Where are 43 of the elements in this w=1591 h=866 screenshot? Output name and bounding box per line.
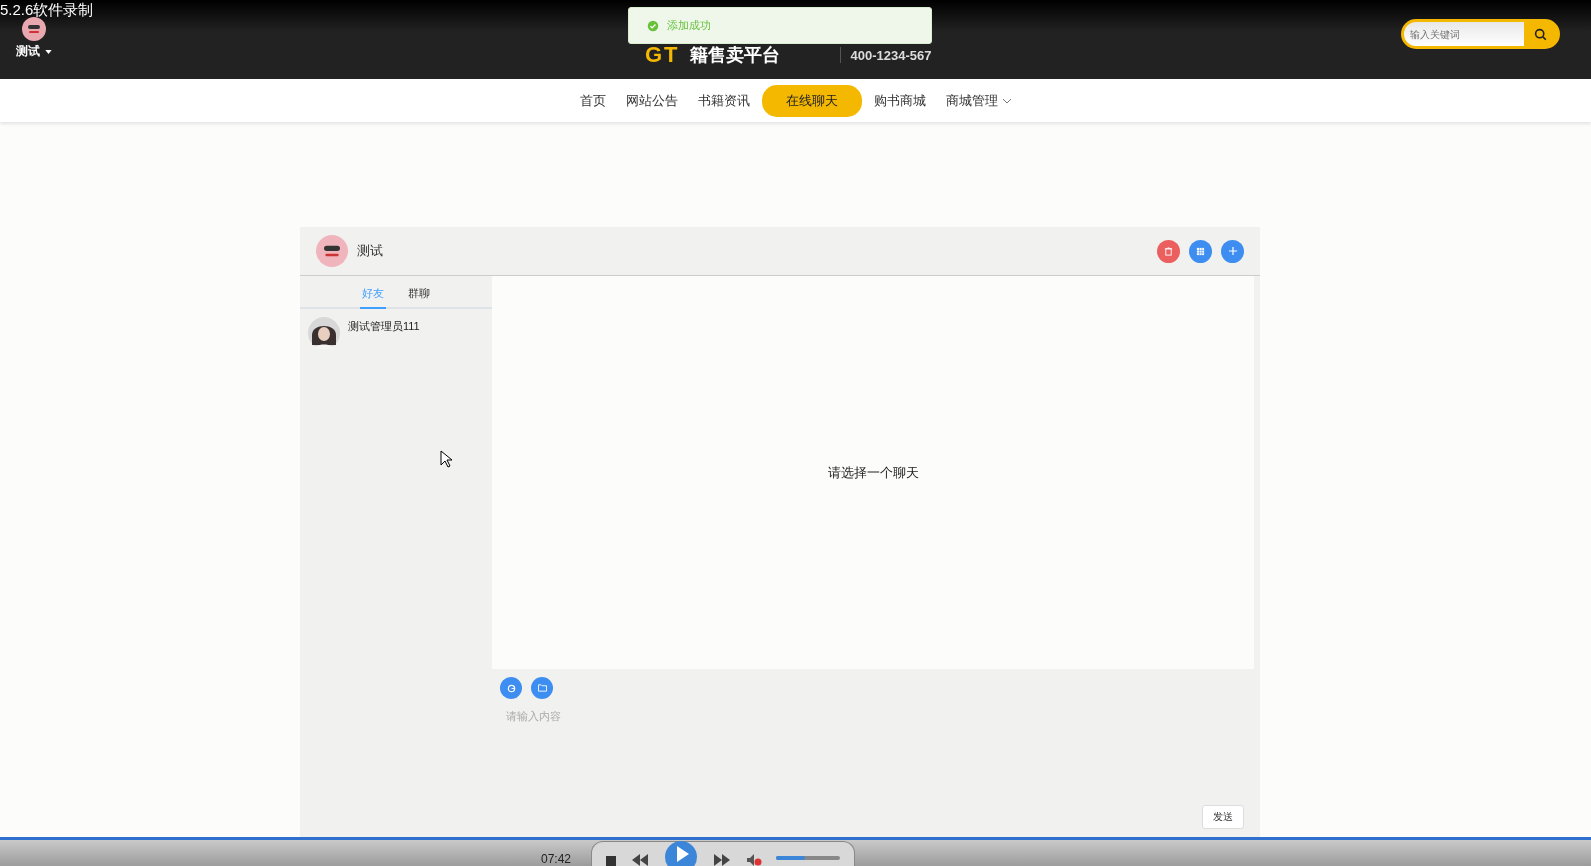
emoji-button[interactable] <box>500 677 522 699</box>
avatar-icon <box>316 235 348 267</box>
empty-state-text: 请选择一个聊天 <box>827 463 919 482</box>
chevron-icon <box>1001 97 1012 104</box>
muted-speaker-icon[interactable] <box>746 854 763 866</box>
check-icon <box>647 19 659 32</box>
nav-item[interactable]: 商城管理 <box>937 85 1020 116</box>
send-button[interactable]: 发送 <box>1202 805 1244 829</box>
add-button[interactable] <box>1221 239 1244 263</box>
emoji-icon <box>506 683 516 693</box>
tab[interactable]: 群聊 <box>406 286 432 309</box>
nav-item[interactable]: 购书商城 <box>865 85 934 116</box>
folder-button[interactable] <box>531 677 553 699</box>
stop-icon[interactable] <box>606 856 617 866</box>
contact-name: 测试管理员111 <box>348 319 420 334</box>
nav-item[interactable]: 网站公告 <box>617 85 686 116</box>
avatar-icon <box>22 17 46 41</box>
nav-item[interactable]: 书籍资讯 <box>689 85 758 116</box>
nav-item[interactable]: 首页 <box>571 85 614 116</box>
delete-button[interactable] <box>1157 239 1180 263</box>
logo-text: 籍售卖平台 <box>689 44 780 67</box>
play-icon[interactable] <box>664 840 699 866</box>
contact-item[interactable]: 测试管理员111 <box>300 309 492 357</box>
toast-message: 添加成功 <box>667 18 711 33</box>
mouse-cursor-icon <box>440 450 452 468</box>
recorder-label: 5.2.6软件录制 <box>0 1 94 20</box>
message-input[interactable]: 请输入内容 <box>504 707 1242 805</box>
search-icon <box>1534 27 1547 41</box>
volume-slider[interactable] <box>776 856 841 860</box>
user-name: 测试 <box>357 242 383 260</box>
grid-icon <box>1196 246 1205 256</box>
time-display: 07:42 <box>541 852 572 866</box>
rewind-icon[interactable] <box>630 854 651 866</box>
user-menu[interactable]: 测试 <box>16 43 52 60</box>
plus-icon <box>1227 246 1238 256</box>
caret-icon <box>45 49 52 54</box>
grid-button[interactable] <box>1189 239 1212 263</box>
logo-mark: GT <box>645 42 680 68</box>
phone-number: 400-1234-567 <box>850 47 932 63</box>
folder-icon <box>537 684 547 692</box>
nav-item[interactable]: 在线聊天 <box>761 84 862 117</box>
trash-icon <box>1164 246 1173 256</box>
search-field[interactable]: 输入关键词 <box>1401 19 1560 49</box>
